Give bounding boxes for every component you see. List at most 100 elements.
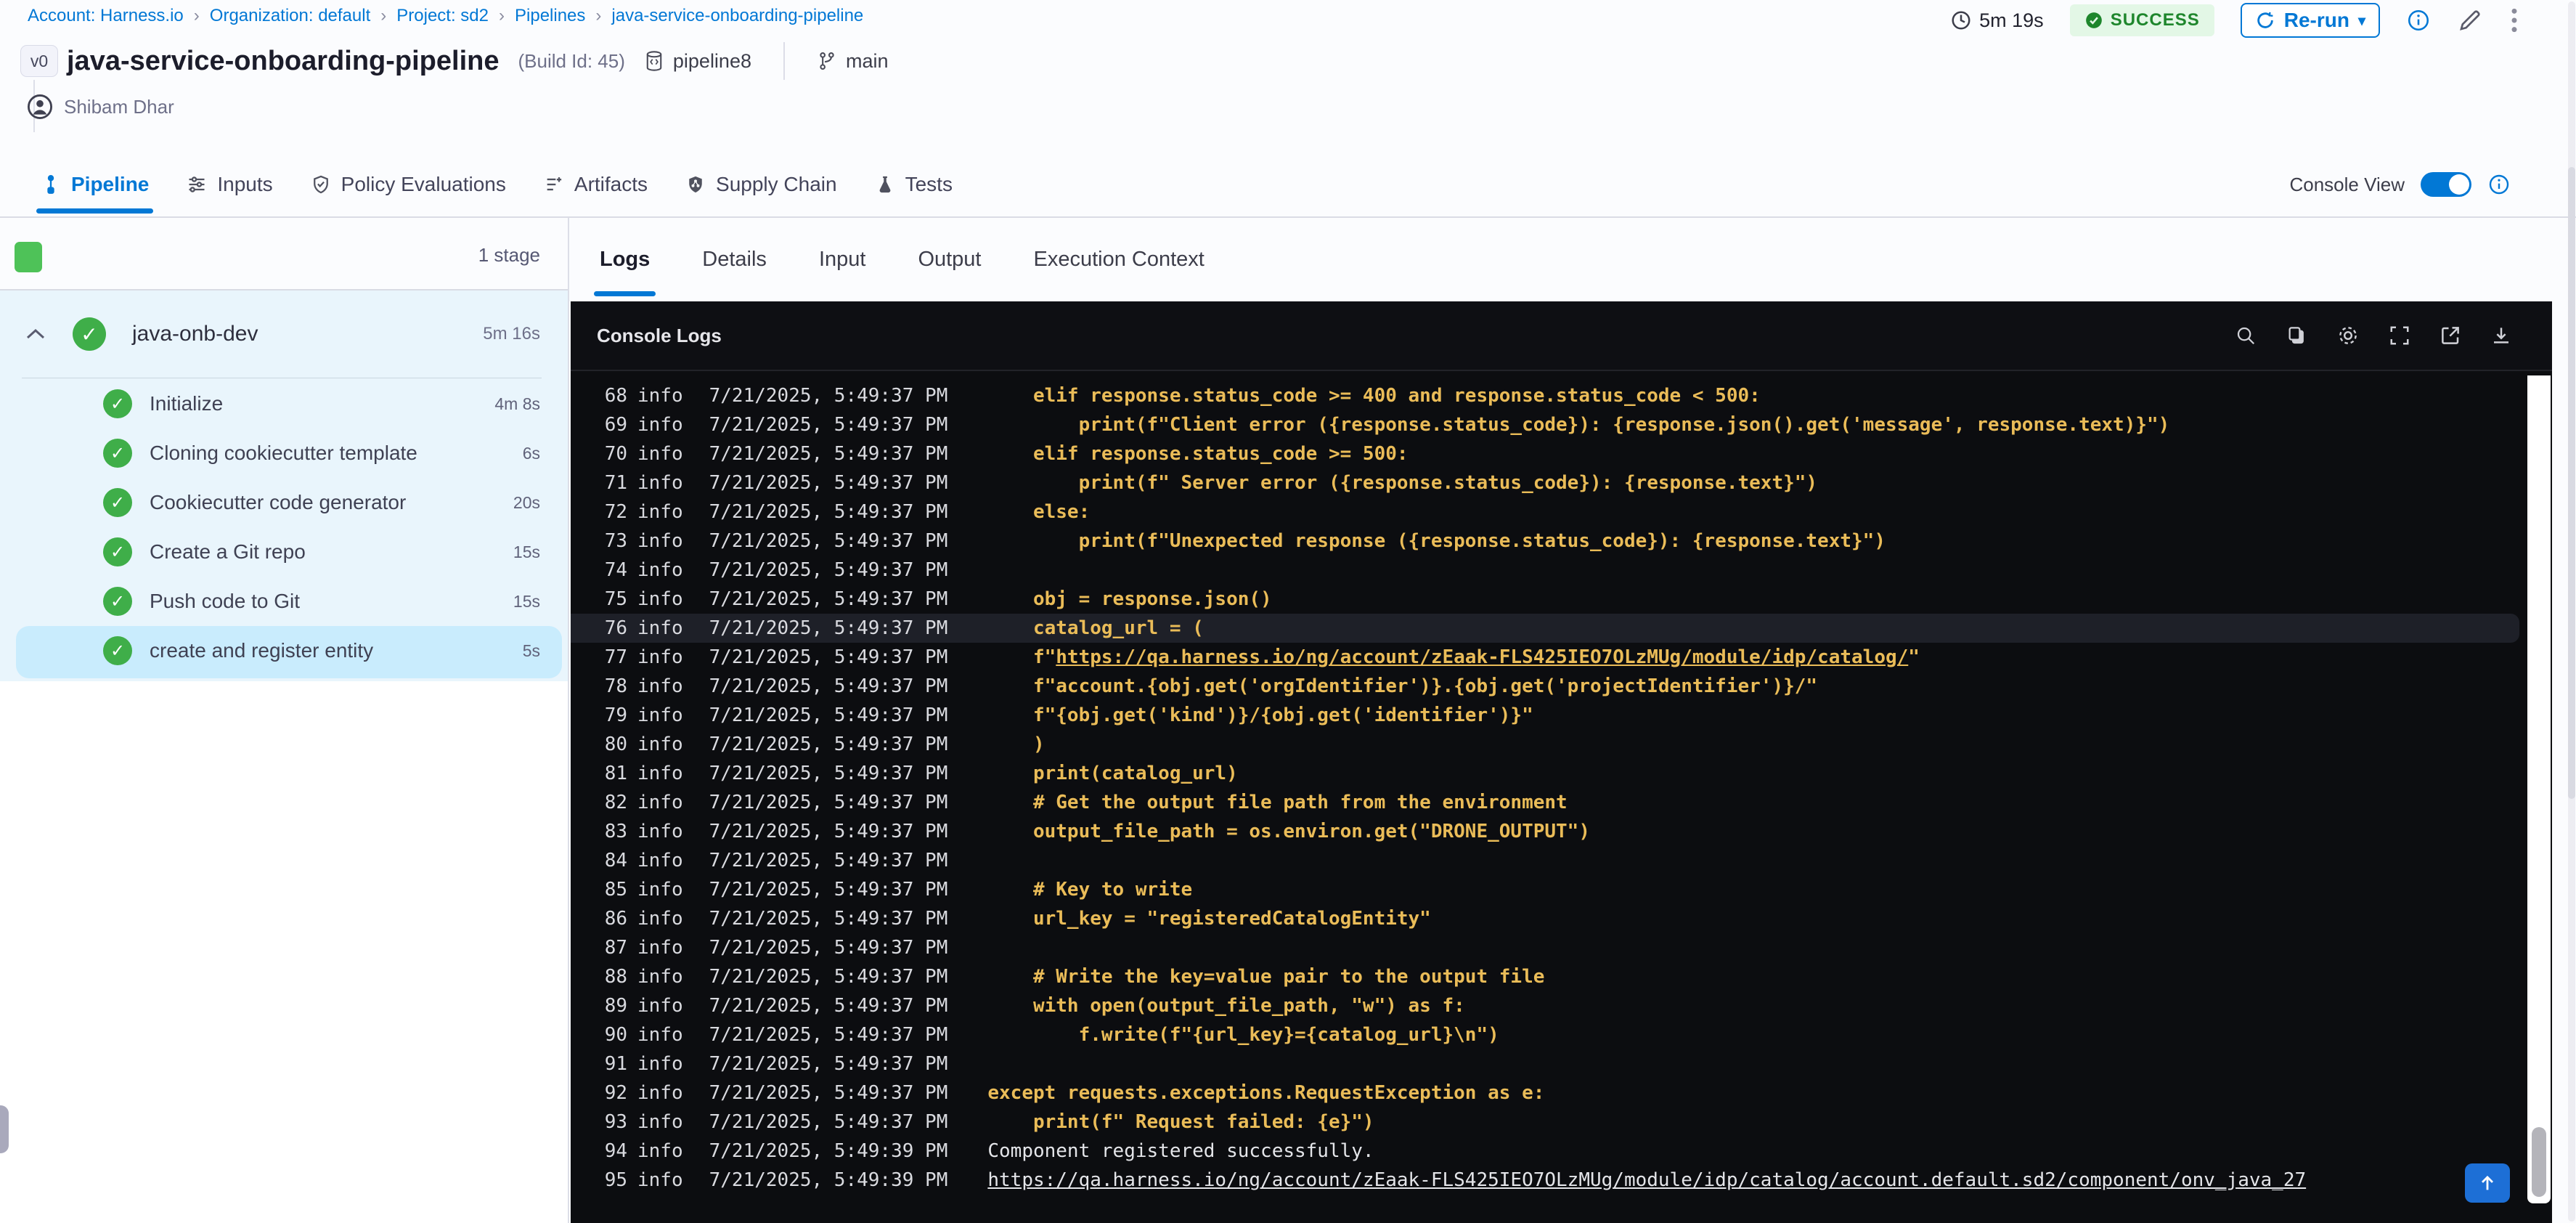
tab-tests[interactable]: Tests — [875, 173, 953, 196]
search-icon[interactable] — [2235, 325, 2257, 346]
download-icon[interactable] — [2490, 325, 2512, 346]
console-view-toggle[interactable] — [2421, 172, 2471, 197]
pipeline-tag[interactable]: pipeline8 — [644, 50, 751, 73]
breadcrumb-organization[interactable]: Organization: default — [210, 6, 370, 26]
console-view-label: Console View — [2289, 173, 2405, 195]
tab-supply-chain[interactable]: Supply Chain — [685, 173, 837, 196]
log-row: 85 info 7/21/2025, 5:49:37 PM # Key to wri… — [604, 879, 1193, 901]
step-success-check-icon: ✓ — [103, 636, 132, 665]
console-view-info-icon[interactable] — [2487, 173, 2511, 196]
log-message: f.write(f"{url_key}={catalog_url}\n") — [987, 1024, 1499, 1046]
log-row: 69 info 7/21/2025, 5:49:37 PM print(f"Clie… — [604, 414, 2170, 436]
version-badge: v0 — [20, 45, 58, 77]
step-row-cookiecutter-code-generator[interactable]: ✓ Cookiecutter code generator 20s — [0, 478, 568, 527]
log-message: elif response.status_code >= 400 and res… — [987, 385, 1761, 407]
build-id-label: (Build Id: 45) — [518, 49, 625, 72]
log-row: 68 info 7/21/2025, 5:49:37 PM elif respons… — [604, 385, 1761, 407]
check-circle-icon — [2084, 11, 2103, 30]
tab-output[interactable]: Output — [918, 248, 981, 272]
step-duration: 15s — [513, 591, 540, 611]
branch-label[interactable]: main — [817, 50, 889, 73]
log-row: 82 info 7/21/2025, 5:49:37 PM # Get the ou… — [604, 792, 1568, 813]
copy-icon[interactable] — [2286, 325, 2307, 346]
step-row-create-a-git-repo[interactable]: ✓ Create a Git repo 15s — [0, 527, 568, 577]
breadcrumb-account[interactable]: Account: Harness.io — [28, 6, 184, 26]
log-link[interactable]: https://qa.harness.io/ng/account/zEaak-F… — [1056, 646, 1908, 668]
settings-gear-icon[interactable] — [2336, 324, 2360, 347]
console-header: Console Logs — [571, 301, 2552, 371]
step-row-create-and-register-entity[interactable]: ✓ create and register entity 5s — [0, 626, 568, 678]
log-row: 71 info 7/21/2025, 5:49:37 PM print(f" Ser… — [604, 472, 1818, 494]
log-row: 72 info 7/21/2025, 5:49:37 PM else: — [604, 501, 1091, 523]
log-row: 90 info 7/21/2025, 5:49:37 PM f.write(f"{u… — [604, 1024, 1499, 1046]
tab-input[interactable]: Input — [819, 248, 866, 272]
step-detail-tabs: Logs Details Input Output Execution Cont… — [571, 218, 2576, 301]
tab-details[interactable]: Details — [702, 248, 767, 272]
policy-evaluations-icon — [311, 174, 331, 195]
step-duration: 6s — [522, 443, 540, 463]
step-name: Cookiecutter code generator — [150, 491, 407, 513]
stage-success-check-icon: ✓ — [73, 317, 106, 351]
page-title: java-service-onboarding-pipeline — [67, 45, 500, 76]
log-row: 70 info 7/21/2025, 5:49:37 PM elif respons… — [604, 443, 1409, 465]
log-row: 81 info 7/21/2025, 5:49:37 PM print(catalo… — [604, 763, 1238, 784]
log-message: print(f"Unexpected response ({response.s… — [987, 530, 1886, 552]
step-row-push-code-to-git[interactable]: ✓ Push code to Git 15s — [0, 577, 568, 626]
stage-row-java-onb-dev[interactable]: ✓ java-onb-dev 5m 16s — [0, 290, 568, 378]
page-scrollbar-thumb[interactable] — [2568, 167, 2575, 799]
breadcrumb-project[interactable]: Project: sd2 — [396, 6, 489, 26]
more-options-kebab-icon[interactable] — [2509, 7, 2519, 34]
tab-artifacts[interactable]: Artifacts — [544, 173, 648, 196]
log-message: # Key to write — [987, 879, 1193, 901]
log-row: 87 info 7/21/2025, 5:49:37 PM — [604, 937, 948, 959]
info-icon[interactable] — [2406, 8, 2431, 33]
open-in-new-icon[interactable] — [2440, 325, 2461, 346]
log-row: 95 info 7/21/2025, 5:49:39 PM https://qa.ha… — [604, 1169, 2307, 1191]
console-scrollbar-thumb[interactable] — [2532, 1127, 2546, 1197]
tab-execution-context[interactable]: Execution Context — [1034, 248, 1205, 272]
step-row-initialize[interactable]: ✓ Initialize 4m 8s — [0, 379, 568, 428]
console-scrollbar[interactable] — [2527, 375, 2551, 1203]
breadcrumb-pipelines[interactable]: Pipelines — [515, 6, 585, 26]
step-row-cloning-cookiecutter-template[interactable]: ✓ Cloning cookiecutter template 6s — [0, 428, 568, 478]
log-row: 92 info 7/21/2025, 5:49:37 PM except reques… — [604, 1082, 1545, 1104]
step-duration: 20s — [513, 492, 540, 512]
log-message: f"account.{obj.get('orgIdentifier')}.{ob… — [987, 675, 1818, 697]
log-link[interactable]: https://qa.harness.io/ng/account/zEaak-F… — [987, 1169, 2306, 1191]
log-message: f"https://qa.harness.io/ng/account/zEaak… — [987, 646, 1920, 668]
fullscreen-icon[interactable] — [2389, 325, 2410, 346]
clock-icon — [1950, 9, 1972, 31]
log-row: 74 info 7/21/2025, 5:49:37 PM — [604, 559, 948, 581]
tab-pipeline[interactable]: Pipeline — [36, 173, 154, 214]
console-title: Console Logs — [597, 324, 722, 346]
status-badge: SUCCESS — [2069, 4, 2214, 36]
log-row: 78 info 7/21/2025, 5:49:37 PM f"account.{o… — [604, 675, 1818, 697]
log-row: 94 info 7/21/2025, 5:49:39 PM Component reg… — [604, 1140, 1374, 1162]
log-message: # Write the key=value pair to the output… — [987, 966, 1545, 988]
git-branch-icon — [817, 50, 837, 72]
breadcrumb: Account: Harness.io › Organization: defa… — [28, 6, 863, 26]
step-duration: 5s — [522, 641, 540, 660]
page-scrollbar[interactable] — [2568, 1, 2575, 1222]
rerun-button[interactable]: Re-run ▾ — [2240, 3, 2380, 38]
edit-pencil-icon[interactable] — [2457, 7, 2483, 33]
tab-inputs[interactable]: Inputs — [187, 173, 273, 196]
log-message: https://qa.harness.io/ng/account/zEaak-F… — [987, 1169, 2306, 1191]
log-message: except requests.exceptions.RequestExcept… — [987, 1082, 1545, 1104]
stage-status-square — [15, 242, 42, 272]
log-row: 89 info 7/21/2025, 5:49:37 PM with open(ou… — [604, 995, 1465, 1017]
tab-logs[interactable]: Logs — [593, 248, 656, 296]
stage-count-label: 1 stage — [478, 244, 540, 266]
tab-policy-evaluations[interactable]: Policy Evaluations — [311, 173, 506, 196]
log-row: 93 info 7/21/2025, 5:49:37 PM print(f" Req… — [604, 1111, 1374, 1133]
drawer-resize-handle[interactable] — [0, 1105, 9, 1153]
step-list: ✓ Initialize 4m 8s ✓ Cloning cookiecutte… — [0, 379, 568, 678]
chevron-down-icon: ▾ — [2357, 12, 2365, 29]
chevron-up-icon[interactable] — [26, 328, 45, 340]
scroll-to-top-button[interactable] — [2465, 1163, 2510, 1203]
breadcrumb-current-pipeline[interactable]: java-service-onboarding-pipeline — [611, 6, 863, 26]
repository-icon — [644, 50, 664, 72]
log-message: # Get the output file path from the envi… — [987, 792, 1568, 813]
vertical-divider — [783, 42, 785, 80]
stage-list: ✓ java-onb-dev 5m 16s ✓ Initialize 4m 8s… — [0, 290, 568, 681]
